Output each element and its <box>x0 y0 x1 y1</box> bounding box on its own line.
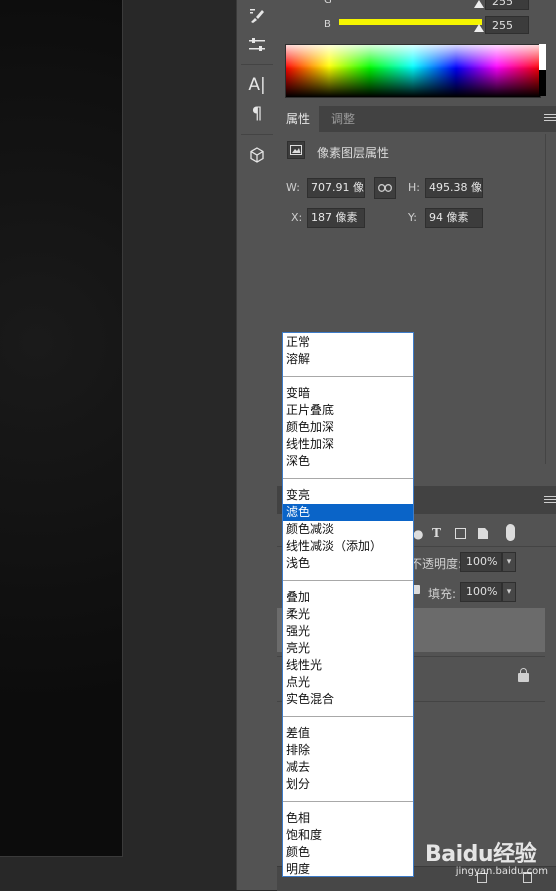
blend-mode-separator <box>283 376 413 377</box>
canvas-image[interactable] <box>0 0 123 857</box>
watermark-brand: Baidu经验 <box>425 842 537 867</box>
blend-mode-item[interactable]: 变暗 <box>283 385 413 402</box>
blend-mode-dropdown[interactable]: 正常 溶解变暗 正片叠底 颜色加深 线性加深 深色变亮 滤色 颜色减淡 线性减淡（添加） 浅色叠加… <box>282 332 414 877</box>
h-label: H: <box>408 181 420 194</box>
panel-tool-strip: A| ¶ <box>236 0 278 890</box>
x-label: X: <box>291 211 303 224</box>
layer-filter-dot-icon[interactable]: ● <box>413 527 423 541</box>
baidu-watermark: Baidu经验 jingyan.baidu.com <box>425 836 556 880</box>
x-input[interactable]: 187 像素 <box>307 208 365 228</box>
channel-g-label: G <box>324 0 332 6</box>
properties-scrollbar[interactable] <box>545 134 546 464</box>
blend-mode-separator <box>283 478 413 479</box>
layers-menu-icon[interactable] <box>544 496 556 505</box>
blend-mode-item[interactable]: 排除 <box>283 742 413 759</box>
tab-properties[interactable]: 属性 <box>277 106 320 132</box>
adjust-sliders-icon[interactable] <box>237 32 277 58</box>
channel-g-slider-handle[interactable] <box>474 0 484 8</box>
channel-b-value[interactable]: 255 <box>485 16 529 34</box>
panel-menu-icon[interactable] <box>544 114 556 123</box>
blend-mode-item[interactable]: 差值 <box>283 725 413 742</box>
w-input[interactable]: 707.91 像素 <box>307 178 365 198</box>
blend-mode-item[interactable]: 正片叠底 <box>283 402 413 419</box>
blend-mode-item[interactable]: 实色混合 <box>283 691 413 708</box>
brush-icon[interactable] <box>237 4 277 28</box>
pixel-layer-icon <box>287 141 305 159</box>
blend-mode-item[interactable]: 点光 <box>283 674 413 691</box>
blend-mode-item[interactable]: 浅色 <box>283 555 413 572</box>
blend-mode-item[interactable]: 明度 <box>283 861 413 878</box>
blend-mode-item[interactable]: 亮光 <box>283 640 413 657</box>
blend-mode-item[interactable]: 颜色加深 <box>283 419 413 436</box>
tool-separator <box>241 134 273 135</box>
paragraph-icon[interactable]: ¶ <box>237 101 277 127</box>
opacity-chevron-down-icon[interactable]: ▾ <box>502 552 516 572</box>
spectrum-black-swatch[interactable] <box>539 70 546 96</box>
blend-mode-item[interactable]: 变亮 <box>283 487 413 504</box>
fill-label: 填充: <box>428 587 457 601</box>
blend-mode-item[interactable]: 叠加 <box>283 589 413 606</box>
blend-mode-item[interactable]: 颜色 <box>283 844 413 861</box>
smart-object-filter-icon[interactable] <box>478 528 488 539</box>
document-canvas-area[interactable] <box>0 0 236 890</box>
y-label: Y: <box>408 211 417 224</box>
tool-separator <box>241 64 273 65</box>
blend-mode-item[interactable]: 线性加深 <box>283 436 413 453</box>
blend-mode-item[interactable]: 划分 <box>283 776 413 793</box>
opacity-label: 不透明度: <box>410 557 463 571</box>
3d-cube-icon[interactable] <box>237 142 277 168</box>
w-label: W: <box>286 181 300 194</box>
opacity-input[interactable]: 100% <box>460 552 502 572</box>
blend-mode-item[interactable]: 线性光 <box>283 657 413 674</box>
link-icon[interactable] <box>374 177 396 199</box>
type-filter-icon[interactable]: T <box>432 526 441 540</box>
blend-mode-separator <box>283 716 413 717</box>
blend-mode-item[interactable]: 饱和度 <box>283 827 413 844</box>
type-icon[interactable]: A| <box>237 72 277 98</box>
channel-b-slider-handle[interactable] <box>474 24 484 32</box>
blend-mode-item[interactable]: 颜色减淡 <box>283 521 413 538</box>
blend-mode-item[interactable]: 柔光 <box>283 606 413 623</box>
transform-filter-icon[interactable] <box>455 528 466 539</box>
fill-chevron-down-icon[interactable]: ▾ <box>502 582 516 602</box>
y-input[interactable]: 94 像素 <box>425 208 483 228</box>
blend-mode-separator <box>283 580 413 581</box>
blend-mode-item[interactable]: 线性减淡（添加） <box>283 538 413 555</box>
blend-mode-separator <box>283 801 413 802</box>
fill-input[interactable]: 100% <box>460 582 502 602</box>
channel-b-slider[interactable] <box>339 19 482 25</box>
toggle-filter-icon[interactable] <box>506 524 515 541</box>
tab-adjustments[interactable]: 调整 <box>322 106 365 132</box>
blend-mode-item[interactable]: 滤色 <box>283 504 413 521</box>
blend-mode-item[interactable]: 正常 <box>283 334 413 351</box>
spectrum-white-swatch[interactable] <box>539 44 546 70</box>
properties-title: 像素图层属性 <box>317 146 390 160</box>
blend-mode-item[interactable]: 溶解 <box>283 351 413 368</box>
layer-lock-icon <box>518 673 529 682</box>
color-spectrum[interactable] <box>285 44 541 98</box>
h-input[interactable]: 495.38 像素 <box>425 178 483 198</box>
blend-mode-item[interactable]: 强光 <box>283 623 413 640</box>
blend-mode-item[interactable]: 减去 <box>283 759 413 776</box>
layer-lock-shackle <box>520 668 527 674</box>
blend-mode-item[interactable]: 深色 <box>283 453 413 470</box>
channel-g-value[interactable]: 255 <box>485 0 529 10</box>
channel-b-label: B <box>324 19 331 30</box>
blend-mode-item[interactable]: 色相 <box>283 810 413 827</box>
